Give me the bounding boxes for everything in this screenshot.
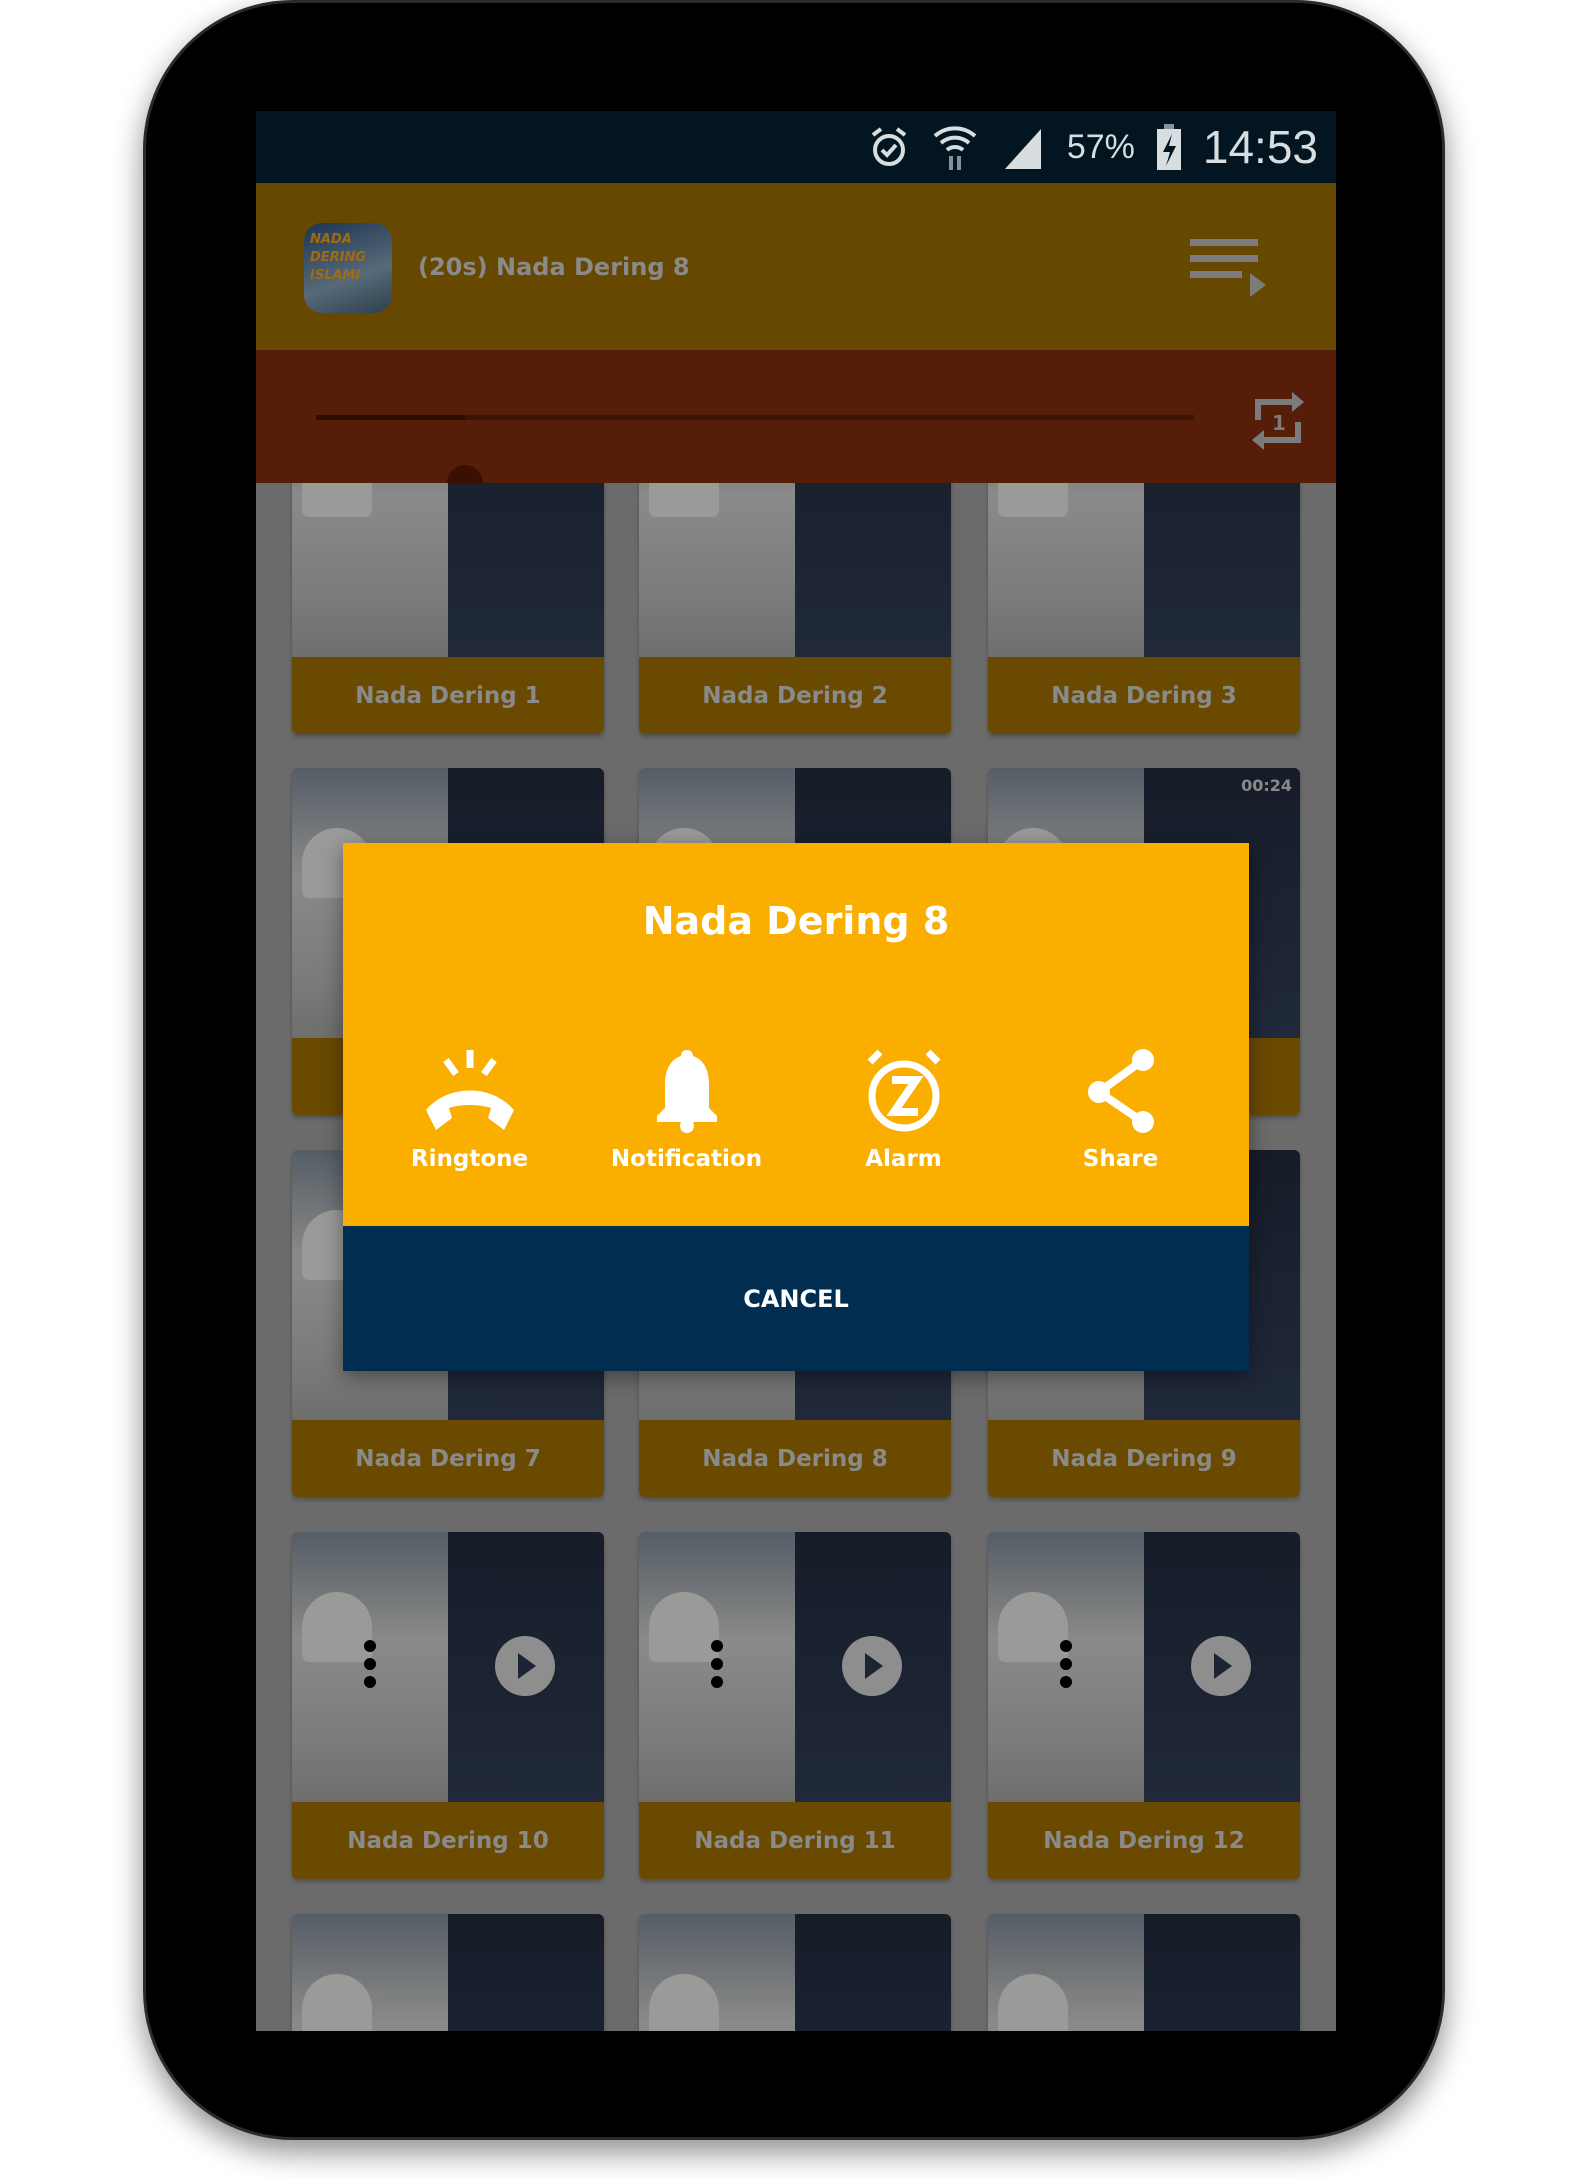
bell-icon	[656, 1050, 717, 1133]
play-icon[interactable]	[842, 1636, 902, 1696]
share-button[interactable]: Share	[1012, 1048, 1229, 1172]
battery-charging-icon	[1156, 124, 1181, 170]
clock: 14:53	[1202, 121, 1318, 173]
ringtone-card[interactable]: Nada Dering 2	[639, 483, 951, 734]
card-thumbnail	[639, 483, 951, 657]
alarm-label: Alarm	[865, 1146, 942, 1172]
wifi-icon	[933, 126, 977, 170]
play-icon[interactable]	[1191, 1636, 1251, 1696]
card-thumbnail	[988, 1914, 1300, 2031]
svg-text:1: 1	[1272, 411, 1286, 435]
card-label: Nada Dering 10	[292, 1802, 604, 1879]
set-alarm-button[interactable]: Alarm	[795, 1048, 1012, 1172]
now-playing-title: (20s) Nada Dering 8	[418, 253, 690, 281]
ringtone-options-dialog: Nada Dering 8 Ringtone Notification Alar…	[343, 843, 1249, 1371]
card-label: Nada Dering 2	[639, 657, 951, 734]
cancel-button[interactable]: CANCEL	[343, 1226, 1249, 1371]
card-thumbnail	[988, 483, 1300, 657]
more-options-icon[interactable]	[364, 1640, 376, 1688]
seek-progress	[316, 415, 466, 420]
ringtone-card[interactable]: Nada Dering 10	[292, 1532, 604, 1879]
more-options-icon[interactable]	[711, 1640, 723, 1688]
status-bar: 57% 14:53	[256, 111, 1336, 183]
card-thumbnail	[988, 1532, 1300, 1802]
screen: 57% 14:53 NADA DERING ISLAMI (20s) Nada De…	[256, 111, 1336, 2031]
player-bar: 1	[256, 350, 1336, 501]
share-icon	[1087, 1049, 1154, 1133]
card-label: Nada Dering 8	[639, 1420, 951, 1497]
share-label: Share	[1082, 1146, 1159, 1172]
set-notification-button[interactable]: Notification	[578, 1048, 795, 1172]
set-ringtone-button[interactable]: Ringtone	[361, 1048, 578, 1172]
dialog-title: Nada Dering 8	[642, 899, 950, 943]
card-label: Nada Dering 7	[292, 1420, 604, 1497]
ringtone-card[interactable]: Nada Dering 12	[988, 1532, 1300, 1879]
battery-percent: 57%	[1066, 127, 1135, 166]
dialog-body: Nada Dering 8 Ringtone Notification Alar…	[343, 843, 1249, 1226]
seek-slider[interactable]	[316, 415, 1194, 501]
notification-label: Notification	[610, 1146, 763, 1172]
alarm-snooze-icon	[867, 1049, 940, 1132]
card-thumbnail	[639, 1532, 951, 1802]
ringtone-card[interactable]	[292, 1914, 604, 2031]
card-label: Nada Dering 9	[988, 1420, 1300, 1497]
alarm-icon	[871, 127, 907, 166]
ringtone-card[interactable]	[988, 1914, 1300, 2031]
card-label: Nada Dering 1	[292, 657, 604, 734]
card-thumbnail	[292, 1914, 604, 2031]
signal-icon	[1004, 129, 1041, 169]
ringtone-card[interactable]: Nada Dering 11	[639, 1532, 951, 1879]
playlist-play-icon[interactable]	[1190, 235, 1270, 301]
card-label: Nada Dering 11	[639, 1802, 951, 1879]
card-thumbnail	[292, 1532, 604, 1802]
repeat-one-icon[interactable]: 1	[1250, 390, 1306, 452]
ringing-phone-icon	[425, 1050, 514, 1130]
ringtone-label: Ringtone	[410, 1146, 529, 1172]
app-logo: NADA DERING ISLAMI	[304, 223, 392, 313]
ringtone-card[interactable]: Nada Dering 3	[988, 483, 1300, 734]
ringtone-card[interactable]	[639, 1914, 951, 2031]
card-thumbnail	[639, 1914, 951, 2031]
more-options-icon[interactable]	[1060, 1640, 1072, 1688]
play-icon[interactable]	[495, 1636, 555, 1696]
duration-label: 00:24	[1241, 776, 1292, 795]
card-label: Nada Dering 12	[988, 1802, 1300, 1879]
ringtone-card[interactable]: Nada Dering 1	[292, 483, 604, 734]
app-bar: NADA DERING ISLAMI (20s) Nada Dering 8	[256, 183, 1336, 350]
card-label: Nada Dering 3	[988, 657, 1300, 734]
card-thumbnail	[292, 483, 604, 657]
